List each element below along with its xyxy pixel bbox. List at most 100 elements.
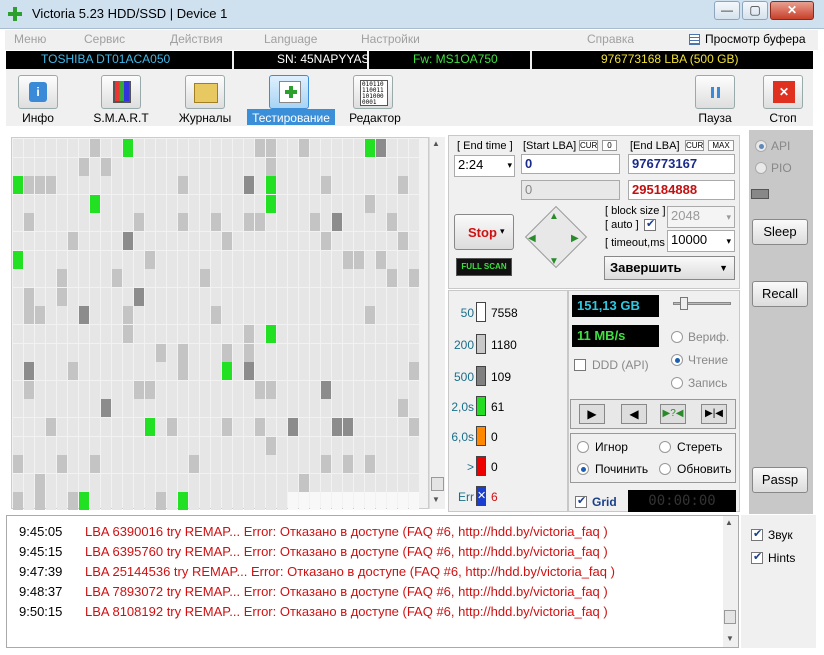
end-lba-field[interactable]: 976773167 [628, 154, 735, 174]
minimize-button[interactable]: — [714, 1, 740, 20]
hints-checkbox[interactable] [751, 550, 763, 564]
maximize-button[interactable]: ▢ [742, 1, 768, 20]
timeout-value: 10000 [671, 232, 708, 247]
scan-block [310, 436, 320, 455]
menu-main[interactable]: Меню [14, 32, 46, 46]
menu-language[interactable]: Language [264, 32, 317, 46]
scan-block [277, 176, 287, 195]
map-scrollbar[interactable]: ▲ ▼ [429, 137, 445, 509]
end-cur-button[interactable]: CUR [685, 140, 704, 151]
scan-block [310, 399, 320, 418]
refresh-radio[interactable] [659, 463, 671, 475]
info-button[interactable]: i [18, 75, 58, 109]
scan-block [167, 492, 177, 511]
timeout-field[interactable]: 10000 ▾ [667, 230, 735, 252]
api-radio[interactable] [755, 140, 767, 152]
skip-question-icon[interactable]: ▶?◀ [660, 404, 686, 424]
pio-radio[interactable] [755, 162, 767, 174]
erase-radio[interactable] [659, 441, 671, 453]
play-icon[interactable]: ▶ [579, 404, 605, 424]
scan-block [112, 139, 122, 157]
scan-block [343, 380, 353, 399]
start-lba-field[interactable]: 0 [521, 154, 620, 174]
arrow-right-icon[interactable]: ▶ [571, 233, 579, 244]
scan-block [79, 418, 89, 436]
scan-block [299, 492, 309, 511]
scan-block [299, 250, 309, 269]
start-cur-button[interactable]: CUR [579, 140, 598, 151]
scan-block [387, 213, 397, 232]
testing-button[interactable] [269, 75, 309, 109]
scan-block [46, 455, 56, 474]
scan-block [233, 176, 243, 195]
scan-block [90, 139, 100, 157]
scan-block [332, 232, 342, 250]
scan-block [156, 380, 166, 399]
grid-checkbox[interactable] [575, 494, 587, 508]
scan-block [200, 492, 210, 511]
scan-block [387, 157, 397, 176]
scan-block [189, 343, 199, 362]
verify-radio[interactable] [671, 331, 683, 343]
scan-block [332, 455, 342, 474]
device-separator [530, 51, 532, 69]
sleep-button[interactable]: Sleep [752, 219, 808, 245]
end-time-field[interactable]: 2:24 ▾ [454, 155, 515, 177]
speed-slider[interactable] [673, 297, 731, 310]
passp-button[interactable]: Passp [752, 467, 808, 493]
read-radio[interactable] [671, 354, 683, 366]
scan-block [167, 455, 177, 474]
scan-block [288, 232, 298, 250]
scan-block [123, 250, 133, 269]
scan-block [178, 232, 188, 250]
ddd-checkbox[interactable] [574, 359, 586, 371]
block-size-field[interactable]: 2048 ▾ [667, 206, 735, 228]
sound-checkbox[interactable] [751, 527, 763, 541]
scan-block [354, 139, 364, 157]
menu-service[interactable]: Сервис [84, 32, 125, 46]
recall-button[interactable]: Recall [752, 281, 808, 307]
scan-block [200, 455, 210, 474]
scan-block [222, 306, 232, 325]
scan-block [13, 232, 23, 250]
menu-actions[interactable]: Действия [170, 32, 223, 46]
close-button[interactable]: ✕ [770, 1, 814, 20]
scan-block [343, 176, 353, 195]
logs-button[interactable] [185, 75, 225, 109]
scan-block [310, 325, 320, 343]
arrow-up-icon[interactable]: ▲ [549, 211, 559, 222]
scan-block [365, 455, 375, 474]
full-scan-indicator[interactable]: FULL SCAN [456, 258, 512, 276]
pause-button[interactable] [695, 75, 735, 109]
log-scrollbar[interactable]: ▲ ▼ [723, 516, 738, 647]
ignore-radio[interactable] [577, 441, 589, 453]
stop-tool-button[interactable]: ✕ [763, 75, 803, 109]
scan-block [332, 306, 342, 325]
arrow-down-icon[interactable]: ▼ [549, 256, 559, 267]
stop-scan-button[interactable]: Stop ▾ [454, 214, 514, 250]
scan-block [354, 232, 364, 250]
menu-settings[interactable]: Настройки [361, 32, 420, 46]
smart-button[interactable] [101, 75, 141, 109]
scan-block [46, 194, 56, 213]
scan-block [13, 269, 23, 288]
rewind-icon[interactable]: ◀ [621, 404, 647, 424]
start-zero-button[interactable]: 0 [602, 140, 617, 151]
editor-button[interactable]: 010110 110011 101000 0001 [353, 75, 393, 109]
scan-block [233, 157, 243, 176]
scan-block [211, 139, 221, 157]
finish-action-select[interactable]: Завершить ▼ [604, 256, 735, 280]
scan-block [277, 269, 287, 288]
arrow-left-icon[interactable]: ◀ [528, 233, 536, 244]
skip-end-icon[interactable]: ▶|◀ [701, 404, 727, 424]
scan-block [222, 232, 232, 250]
scan-block [35, 139, 45, 157]
buffer-view-button[interactable]: Просмотр буфера [705, 32, 806, 46]
end-max-button[interactable]: MAX [708, 140, 734, 151]
repair-radio[interactable] [577, 463, 589, 475]
auto-checkbox[interactable] [644, 217, 656, 231]
scan-block [13, 399, 23, 418]
scan-block [68, 362, 78, 381]
write-radio[interactable] [671, 377, 683, 389]
menu-help[interactable]: Справка [587, 32, 634, 46]
